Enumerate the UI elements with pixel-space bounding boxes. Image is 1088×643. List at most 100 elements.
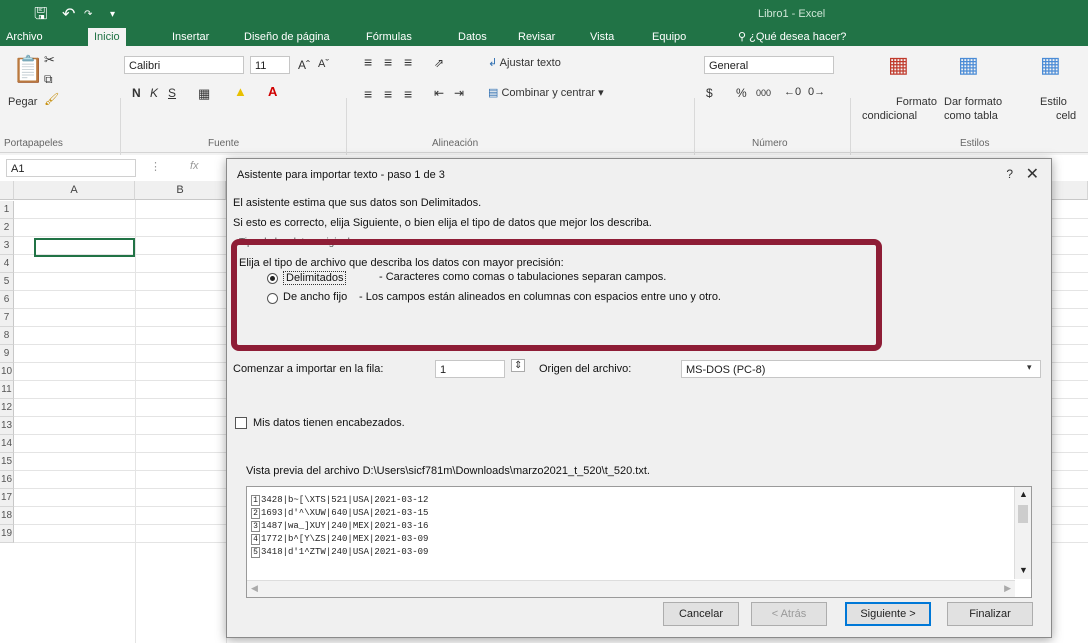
close-icon[interactable]: ✕ bbox=[1026, 164, 1039, 184]
scroll-up-icon[interactable]: ▲ bbox=[1019, 489, 1028, 499]
increase-indent-icon[interactable]: ⇥ bbox=[454, 86, 464, 100]
accounting-format-button[interactable]: $ bbox=[706, 86, 713, 100]
orientation-icon[interactable]: ⇗ bbox=[434, 56, 444, 70]
back-button[interactable]: < Atrás bbox=[751, 602, 827, 626]
format-as-table-icon[interactable]: ▦ bbox=[958, 52, 979, 78]
row-header[interactable]: 7 bbox=[0, 309, 14, 327]
conditional-format-label-1[interactable]: Formato bbox=[896, 96, 937, 108]
row-header[interactable]: 14 bbox=[0, 435, 14, 453]
percent-button[interactable]: % bbox=[736, 86, 747, 100]
row-header[interactable]: 10 bbox=[0, 363, 14, 381]
row-header[interactable]: 6 bbox=[0, 291, 14, 309]
scroll-right-icon[interactable]: ▶ bbox=[1004, 583, 1011, 594]
tab-revisar[interactable]: Revisar bbox=[512, 28, 561, 46]
font-name-select[interactable]: Calibri bbox=[124, 56, 244, 74]
scroll-left-icon[interactable]: ◀ bbox=[251, 583, 258, 594]
italic-button[interactable]: K bbox=[150, 86, 158, 100]
format-as-table-label-1[interactable]: Dar formato bbox=[944, 96, 1002, 108]
conditional-format-label-2[interactable]: condicional bbox=[862, 110, 917, 122]
preview-vertical-scrollbar[interactable]: ▲ ▼ bbox=[1014, 487, 1031, 579]
file-preview[interactable]: 1 3428|b~[\XTS|521|USA|2021-03-12 2 1693|d'… bbox=[246, 486, 1032, 598]
decrease-decimal-icon[interactable]: 0→ bbox=[808, 86, 825, 98]
chevron-down-icon[interactable]: ▾ bbox=[1027, 362, 1032, 373]
row-header[interactable]: 5 bbox=[0, 273, 14, 291]
next-button[interactable]: Siguiente > bbox=[845, 602, 931, 626]
copy-icon[interactable]: ⧉ bbox=[44, 72, 53, 87]
paste-button-label[interactable]: Pegar bbox=[8, 96, 37, 108]
row-header[interactable]: 9 bbox=[0, 345, 14, 363]
cell-styles-label-2[interactable]: celd bbox=[1056, 110, 1076, 122]
preview-horizontal-scrollbar[interactable]: ◀ ▶ bbox=[247, 580, 1015, 597]
align-left-icon[interactable]: ≡ bbox=[364, 86, 372, 102]
comma-style-button[interactable]: 000 bbox=[756, 88, 771, 98]
scroll-thumb[interactable] bbox=[1018, 505, 1028, 523]
align-right-icon[interactable]: ≡ bbox=[404, 86, 412, 102]
cancel-button[interactable]: Cancelar bbox=[663, 602, 739, 626]
cut-icon[interactable]: ✂ bbox=[44, 52, 55, 68]
row-header[interactable]: 2 bbox=[0, 219, 14, 237]
row-header[interactable]: 8 bbox=[0, 327, 14, 345]
help-button[interactable]: ? bbox=[1006, 167, 1013, 181]
row-header[interactable]: 17 bbox=[0, 489, 14, 507]
file-origin-select[interactable]: MS-DOS (PC-8) bbox=[681, 360, 1041, 378]
scroll-down-icon[interactable]: ▼ bbox=[1019, 565, 1028, 575]
active-cell-a1[interactable] bbox=[34, 238, 135, 257]
row-header[interactable]: 18 bbox=[0, 507, 14, 525]
tab-equipo[interactable]: Equipo bbox=[646, 28, 692, 46]
tab-archivo[interactable]: Archivo bbox=[0, 28, 49, 46]
name-box[interactable]: A1 bbox=[6, 159, 136, 177]
tab-vista[interactable]: Vista bbox=[584, 28, 620, 46]
row-header[interactable]: 16 bbox=[0, 471, 14, 489]
customize-qat-icon[interactable]: ▾ bbox=[110, 6, 115, 24]
tab-diseno-pagina[interactable]: Diseño de página bbox=[238, 28, 336, 46]
align-center-icon[interactable]: ≡ bbox=[384, 86, 392, 102]
headers-checkbox[interactable] bbox=[235, 417, 247, 429]
align-bottom-icon[interactable]: ≡ bbox=[404, 54, 412, 70]
finish-button[interactable]: Finalizar bbox=[947, 602, 1033, 626]
paste-icon[interactable]: 📋 bbox=[12, 54, 44, 85]
start-row-spinner[interactable]: ⇕ bbox=[511, 359, 526, 372]
row-header[interactable]: 15 bbox=[0, 453, 14, 471]
select-all-corner[interactable] bbox=[0, 181, 14, 200]
increase-decimal-icon[interactable]: ←0 bbox=[784, 86, 801, 98]
undo-icon[interactable]: ↶ bbox=[62, 6, 75, 24]
start-row-input[interactable]: 1 bbox=[435, 360, 505, 378]
font-color-icon[interactable]: A bbox=[268, 84, 277, 99]
decrease-indent-icon[interactable]: ⇤ bbox=[434, 86, 444, 100]
borders-icon[interactable]: ▦ bbox=[198, 86, 210, 102]
format-as-table-label-2[interactable]: como tabla bbox=[944, 110, 998, 122]
merge-center-button[interactable]: ▤ Combinar y centrar ▾ bbox=[488, 86, 604, 99]
row-header[interactable]: 19 bbox=[0, 525, 14, 543]
row-header[interactable]: 4 bbox=[0, 255, 14, 273]
cell-styles-label-1[interactable]: Estilo bbox=[1040, 96, 1067, 108]
bold-button[interactable]: N bbox=[132, 86, 141, 100]
insert-function-icon[interactable]: fx bbox=[190, 160, 199, 172]
save-icon[interactable]: 🖫 bbox=[34, 6, 48, 24]
row-header[interactable]: 11 bbox=[0, 381, 14, 399]
tab-inicio[interactable]: Inicio bbox=[88, 28, 126, 46]
fill-color-icon[interactable]: ▲ bbox=[234, 84, 247, 99]
font-size-select[interactable]: 11 bbox=[250, 56, 290, 74]
tab-datos[interactable]: Datos bbox=[452, 28, 493, 46]
row-header[interactable]: 3 bbox=[0, 237, 14, 255]
underline-button[interactable]: S bbox=[168, 86, 176, 100]
wrap-text-button[interactable]: ↲ Ajustar texto bbox=[488, 56, 561, 69]
row-header[interactable]: 12 bbox=[0, 399, 14, 417]
align-middle-icon[interactable]: ≡ bbox=[384, 54, 392, 70]
headers-label[interactable]: Mis datos tienen encabezados. bbox=[253, 417, 405, 429]
tab-formulas[interactable]: Fórmulas bbox=[360, 28, 418, 46]
shrink-font-icon[interactable]: Aˇ bbox=[318, 58, 329, 70]
row-header[interactable]: 13 bbox=[0, 417, 14, 435]
column-header-a[interactable]: A bbox=[14, 181, 135, 200]
tab-insertar[interactable]: Insertar bbox=[166, 28, 215, 46]
cell-styles-icon[interactable]: ▦ bbox=[1040, 52, 1061, 78]
row-header[interactable]: 1 bbox=[0, 201, 14, 219]
align-top-icon[interactable]: ≡ bbox=[364, 54, 372, 70]
grow-font-icon[interactable]: Aˆ bbox=[298, 58, 310, 72]
number-format-select[interactable]: General bbox=[704, 56, 834, 74]
format-painter-icon[interactable]: 🖌 bbox=[44, 92, 59, 106]
tell-me-box[interactable]: ⚲ ¿Qué desea hacer? bbox=[732, 28, 852, 46]
redo-icon[interactable]: ↷ bbox=[84, 6, 92, 24]
conditional-format-icon[interactable]: ▦ bbox=[888, 52, 909, 78]
column-header-b[interactable]: B bbox=[135, 181, 226, 200]
